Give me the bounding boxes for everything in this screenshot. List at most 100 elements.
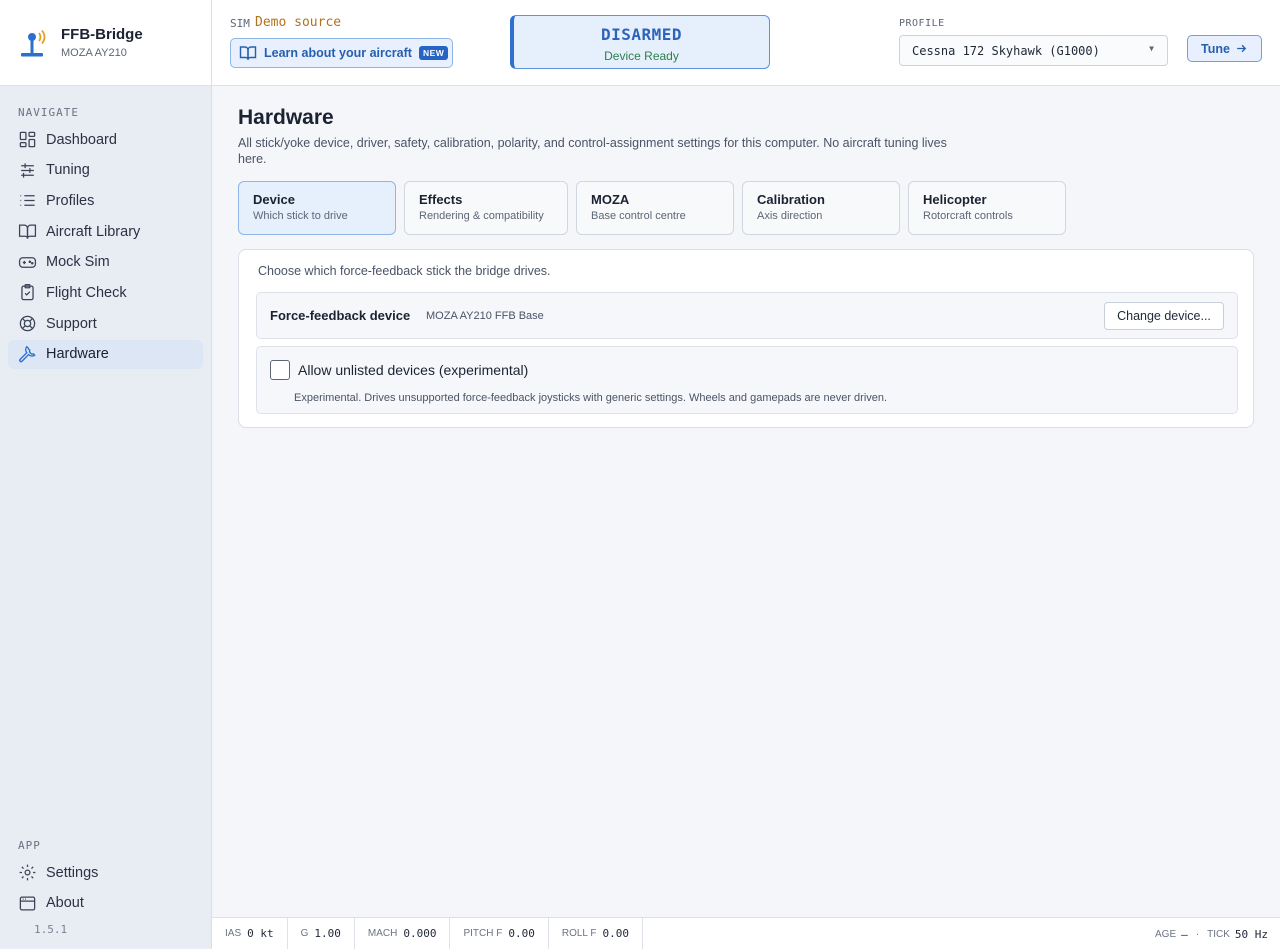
g-readout: G 1.00 <box>288 917 355 949</box>
topbar: SIM Demo source Learn about your aircraf… <box>212 0 1280 86</box>
nav-item-label: Hardware <box>46 346 109 363</box>
change-device-button[interactable]: Change device... <box>1104 302 1224 330</box>
nav-item-label: Flight Check <box>46 284 127 301</box>
nav-item-profiles[interactable]: Profiles <box>8 186 203 215</box>
tab-calibration[interactable]: Calibration Axis direction <box>742 181 900 235</box>
book-icon <box>18 224 37 239</box>
tune-button-label: Tune <box>1201 41 1230 56</box>
nav-item-label: Settings <box>46 864 99 881</box>
pitch-force-label: PITCH F <box>463 928 503 939</box>
gear-icon <box>19 864 36 881</box>
new-badge: NEW <box>418 46 449 60</box>
nav-item-dashboard[interactable]: Dashboard <box>8 125 203 154</box>
arm-status-title: DISARMED <box>600 25 683 44</box>
pitch-force-value: 0.00 <box>508 927 535 940</box>
mach-value: 0.000 <box>403 927 437 940</box>
nav-item-label: Profiles <box>46 192 95 209</box>
nav-item-tuning[interactable]: Tuning <box>8 156 203 185</box>
wrench-icon <box>19 345 36 363</box>
app-nav-heading: APP <box>18 839 41 852</box>
tab-subtitle: Rotorcraft controls <box>923 210 1013 222</box>
ffb-device-label: Force-feedback device <box>270 308 411 323</box>
sidebar: FFB-Bridge MOZA AY210 NAVIGATE Dashboard… <box>0 0 212 949</box>
clipboard-check-icon <box>21 284 34 301</box>
status-bar: IAS 0 kt G 1.00 MACH 0.000 PITCH F 0.00 … <box>212 917 1280 949</box>
sim-source-value: Demo source <box>255 15 342 30</box>
roll-force-label: ROLL F <box>561 928 597 939</box>
book-icon <box>239 46 257 60</box>
tick-label: TICK <box>1207 928 1230 940</box>
pitch-force-readout: PITCH F 0.00 <box>450 917 549 949</box>
lifebuoy-icon <box>19 315 36 332</box>
tab-label: Device <box>253 192 295 207</box>
list-icon <box>20 195 35 207</box>
tab-label: Helicopter <box>923 192 987 207</box>
nav-heading: NAVIGATE <box>18 106 79 119</box>
ias-label: IAS <box>225 928 242 939</box>
roll-force-value: 0.00 <box>602 927 630 940</box>
dashboard-icon <box>19 131 36 148</box>
tab-helicopter[interactable]: Helicopter Rotorcraft controls <box>908 181 1066 235</box>
unlisted-devices-label[interactable]: Allow unlisted devices (experimental) <box>298 362 528 378</box>
ffb-device-row: Force-feedback device MOZA AY210 FFB Bas… <box>256 292 1238 339</box>
tune-button[interactable]: Tune <box>1187 35 1262 62</box>
page-title: Hardware <box>238 106 334 129</box>
age-label: AGE <box>1155 928 1177 940</box>
learn-aircraft-button[interactable]: Learn about your aircraft NEW <box>230 38 453 68</box>
profile-select[interactable]: Cessna 172 Skyhawk (G1000) ▼ <box>899 35 1168 66</box>
ias-readout: IAS 0 kt <box>212 917 288 949</box>
nav-item-label: Support <box>46 315 97 332</box>
device-settings-card: Choose which force-feedback stick the br… <box>238 249 1254 428</box>
arm-status-panel[interactable]: DISARMED Device Ready <box>510 15 770 69</box>
joystick-logo-icon <box>21 29 46 56</box>
separator-dot: · <box>1195 928 1200 940</box>
g-label: G <box>300 928 309 939</box>
tab-label: Calibration <box>757 192 825 207</box>
tab-label: MOZA <box>591 192 630 207</box>
chevron-down-icon: ▼ <box>1149 44 1154 53</box>
brand-header: FFB-Bridge MOZA AY210 <box>0 0 211 86</box>
gamepad-icon <box>18 256 37 268</box>
nav-item-label: Dashboard <box>46 131 117 148</box>
unlisted-devices-description: Experimental. Drives unsupported force-f… <box>294 392 888 404</box>
hardware-tabs: Device Which stick to drive Effects Rend… <box>238 181 1074 235</box>
status-right: AGE — · TICK 50 Hz <box>1155 918 1268 949</box>
sliders-icon <box>21 163 34 178</box>
tab-effects[interactable]: Effects Rendering & compatibility <box>404 181 568 235</box>
unlisted-devices-checkbox[interactable] <box>270 360 290 380</box>
main-nav: Dashboard Tuning Profiles Aircraft Libra… <box>8 125 203 371</box>
device-ready-status: Device Ready <box>604 49 679 63</box>
tab-label: Effects <box>419 192 463 207</box>
window-icon <box>19 896 36 911</box>
nav-item-support[interactable]: Support <box>8 309 203 338</box>
device-name: MOZA AY210 <box>61 47 127 59</box>
sim-label: SIM <box>230 17 250 30</box>
nav-item-mock-sim[interactable]: Mock Sim <box>8 248 203 277</box>
nav-item-settings[interactable]: Settings <box>8 858 203 887</box>
nav-item-label: Mock Sim <box>46 254 110 271</box>
app-name: FFB-Bridge <box>61 26 143 43</box>
nav-item-about[interactable]: About <box>8 889 203 918</box>
tab-subtitle: Axis direction <box>757 210 823 222</box>
app-nav: Settings About <box>8 858 203 919</box>
tab-subtitle: Rendering & compatibility <box>419 210 544 222</box>
nav-item-flight-check[interactable]: Flight Check <box>8 278 203 307</box>
card-intro: Choose which force-feedback stick the br… <box>258 264 551 278</box>
tab-subtitle: Which stick to drive <box>253 210 348 222</box>
nav-item-label: Aircraft Library <box>46 223 141 240</box>
mach-readout: MACH 0.000 <box>355 917 451 949</box>
profile-select-value: Cessna 172 Skyhawk (G1000) <box>912 43 1100 58</box>
page-description: All stick/yoke device, driver, safety, c… <box>238 136 947 166</box>
tab-device[interactable]: Device Which stick to drive <box>238 181 396 235</box>
ias-value: 0 kt <box>247 927 274 940</box>
roll-force-readout: ROLL F 0.00 <box>549 917 644 949</box>
nav-item-hardware[interactable]: Hardware <box>8 339 203 369</box>
mach-label: MACH <box>367 928 398 939</box>
learn-aircraft-label: Learn about your aircraft <box>264 46 412 60</box>
tab-moza[interactable]: MOZA Base control centre <box>576 181 734 235</box>
tick-value: 50 Hz <box>1234 927 1268 941</box>
app-version: 1.5.1 <box>34 923 68 936</box>
nav-item-aircraft-library[interactable]: Aircraft Library <box>8 217 203 246</box>
ffb-device-value: MOZA AY210 FFB Base <box>426 310 544 322</box>
nav-item-label: About <box>46 895 84 912</box>
